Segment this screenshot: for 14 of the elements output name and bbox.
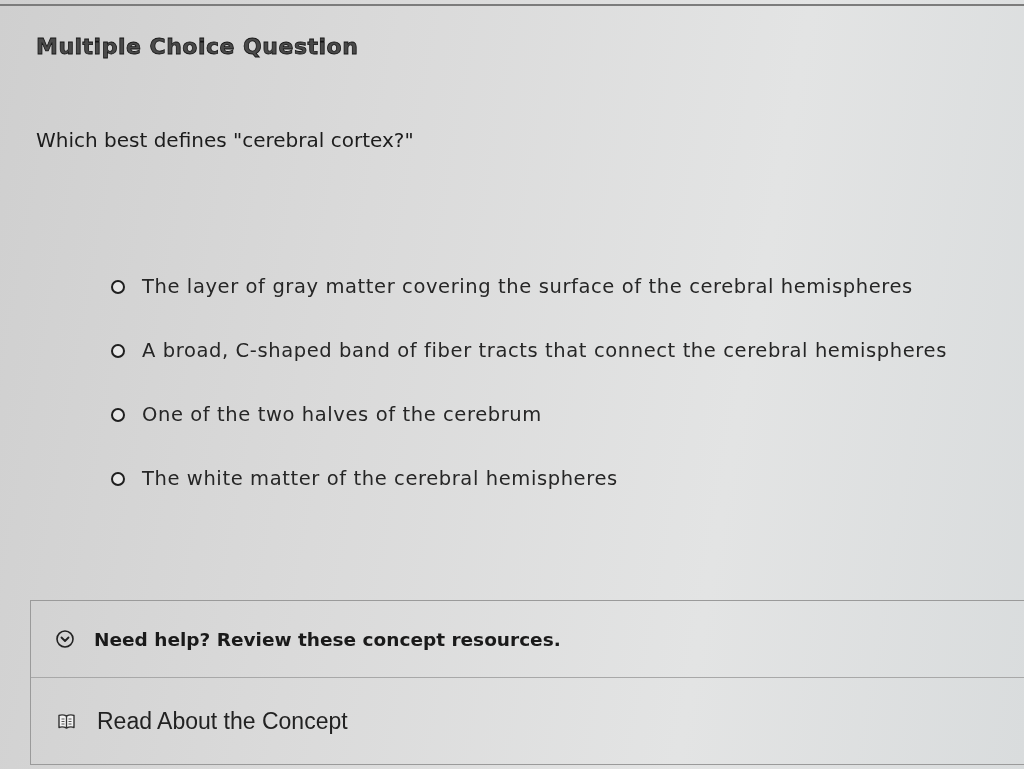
radio-button[interactable] <box>111 472 125 486</box>
chevron-down-icon <box>56 630 74 648</box>
radio-button[interactable] <box>111 280 125 294</box>
radio-button[interactable] <box>111 344 125 358</box>
answer-option[interactable]: A broad, C-shaped band of fiber tracts that connect the cerebral hemispheres <box>111 319 947 383</box>
answer-option[interactable]: One of the two halves of the cerebrum <box>111 383 542 447</box>
concept-link[interactable]: Read About the Concept <box>31 678 1024 764</box>
help-toggle[interactable]: Need help? Review these concept resources. <box>31 601 1024 678</box>
answer-option[interactable]: The layer of gray matter covering the surface of the cerebral hemispheres <box>111 255 913 319</box>
page-title: Multiple Choice Question <box>36 33 359 61</box>
answer-option[interactable]: The white matter of the cerebral hemispheres <box>111 447 618 511</box>
question-text: Which best defines "cerebral cortex?" <box>36 128 414 152</box>
radio-button[interactable] <box>111 408 125 422</box>
book-icon <box>58 713 75 729</box>
